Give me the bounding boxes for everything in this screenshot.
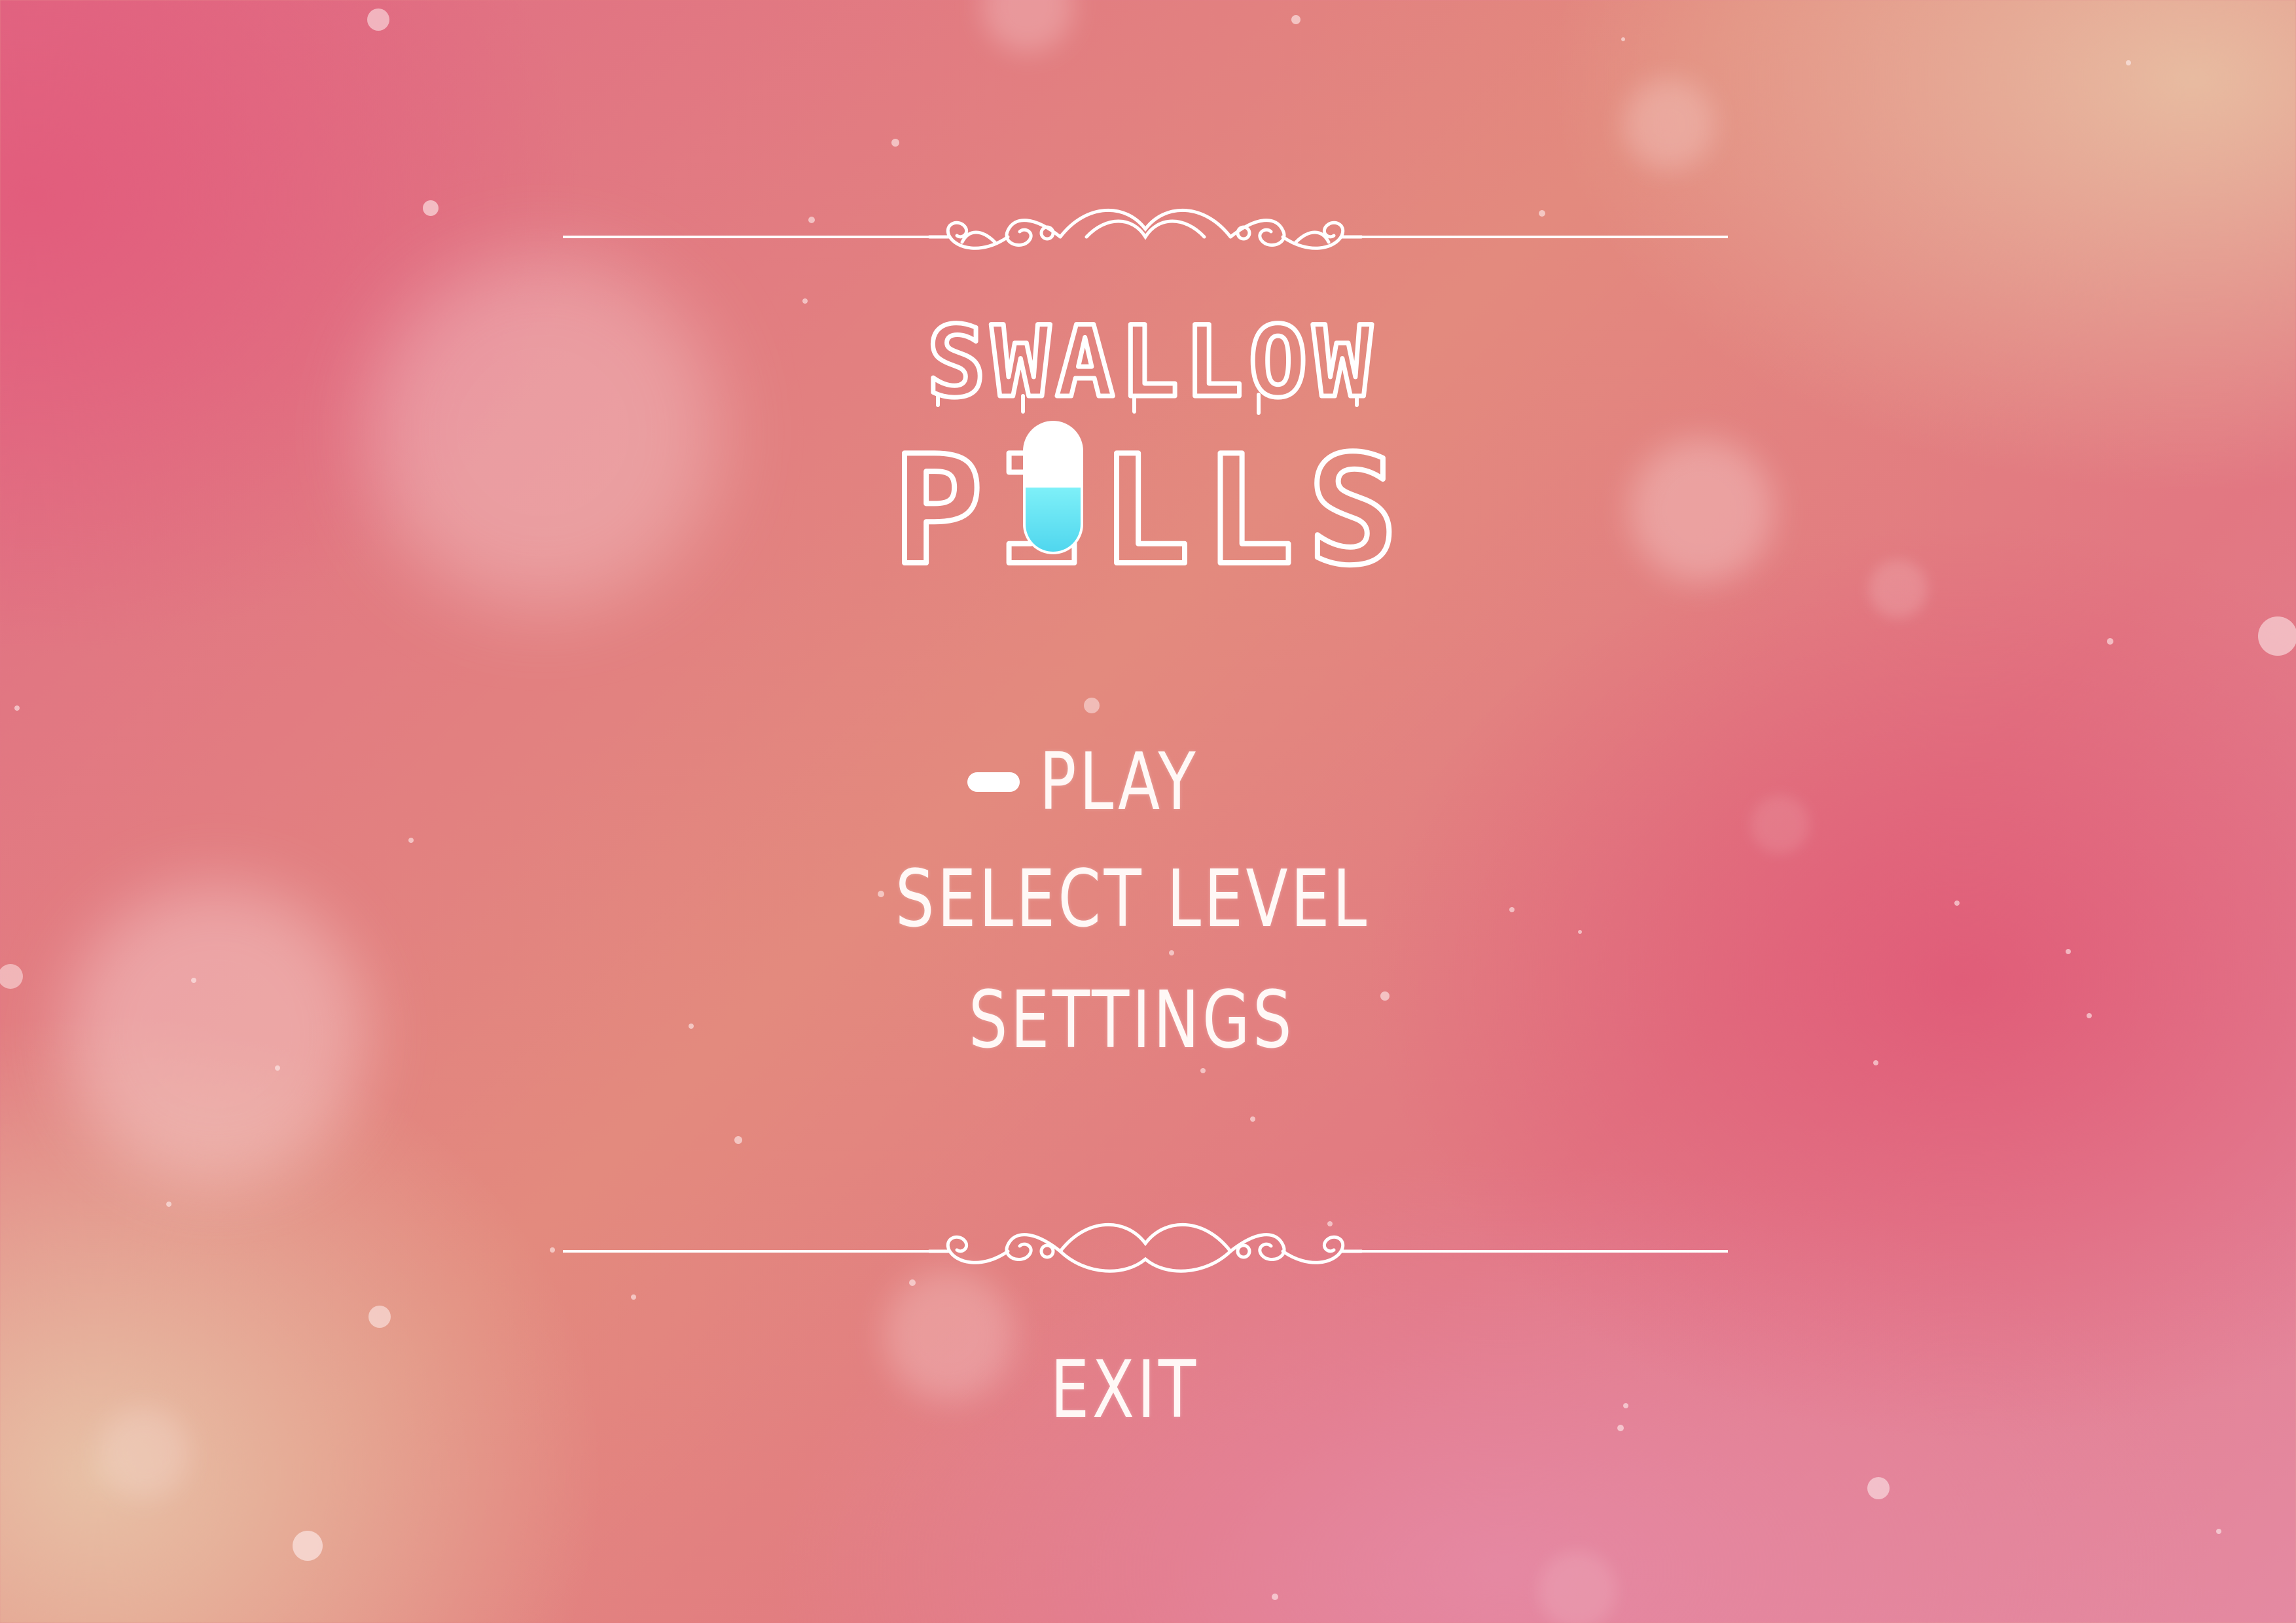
play-label[interactable]: PLAY <box>1039 737 1198 828</box>
bokeh-blob <box>1623 79 1715 170</box>
bokeh-dot <box>367 9 389 31</box>
bokeh-dot <box>2066 949 2071 954</box>
bokeh-dot <box>0 964 23 989</box>
bokeh-dot <box>1509 907 1515 912</box>
bokeh-dot <box>891 139 899 147</box>
bokeh-blob <box>367 255 720 609</box>
bokeh-dot <box>2107 638 2113 645</box>
bokeh-dot <box>802 298 808 304</box>
bokeh-dot <box>909 1279 916 1286</box>
bokeh-dot <box>878 891 884 897</box>
bokeh-dot <box>1578 930 1582 934</box>
pill-selector-icon <box>967 772 1020 792</box>
bokeh-dot <box>1200 1068 1206 1073</box>
bokeh-dot <box>166 1202 171 1207</box>
bokeh-blob <box>884 1270 1014 1400</box>
bokeh-blob <box>1869 560 1928 618</box>
menu-item-play[interactable]: PLAY <box>967 736 1244 828</box>
bottom-ornament-divider <box>563 1223 1728 1273</box>
bokeh-blob <box>98 1407 190 1499</box>
pill-icon <box>1023 421 1083 554</box>
bokeh-dot <box>2258 616 2296 656</box>
bokeh-dot <box>1169 950 1174 955</box>
game-title-logo: SWALLOW PILLS <box>890 304 1411 590</box>
bokeh-dot <box>408 838 414 843</box>
bokeh-dot <box>689 1024 694 1029</box>
bokeh-dot <box>2126 60 2131 65</box>
bokeh-dot <box>1867 1477 1890 1499</box>
bokeh-blob <box>1630 438 1774 582</box>
top-ornament-divider <box>563 209 1728 250</box>
bokeh-dot <box>368 1306 391 1328</box>
bokeh-dot <box>14 705 20 711</box>
bokeh-blob <box>65 883 367 1185</box>
bokeh-dot <box>191 978 196 983</box>
bokeh-dot <box>1954 901 1960 906</box>
bokeh-dot <box>275 1065 280 1071</box>
bokeh-dot <box>2087 1013 2092 1018</box>
bokeh-dot <box>1621 37 1625 41</box>
bokeh-blob <box>1751 795 1810 854</box>
bokeh-dot <box>1380 991 1390 1001</box>
bokeh-dot <box>1623 1403 1628 1408</box>
bokeh-blob <box>1538 1551 1617 1623</box>
title-line-2: PILLS <box>893 424 1411 589</box>
title-line-1: SWALLOW <box>927 306 1377 419</box>
bokeh-dot <box>1617 1425 1624 1431</box>
menu-item-select-level[interactable]: SELECT LEVEL <box>895 854 1370 945</box>
exit-button[interactable]: EXIT <box>1050 1345 1199 1436</box>
bokeh-dot <box>2216 1529 2221 1534</box>
main-menu-screen: SWALLOW PILLS PLAY SELECT LEVEL SETTINGS <box>0 0 2296 1623</box>
bokeh-dot <box>1084 698 1100 713</box>
bokeh-dot <box>423 200 439 216</box>
bokeh-dot <box>1272 1594 1278 1600</box>
bokeh-dot <box>1291 15 1300 24</box>
bokeh-dot <box>1250 1116 1255 1122</box>
bokeh-dot <box>1873 1060 1878 1065</box>
bokeh-blob <box>982 0 1073 52</box>
menu-item-settings[interactable]: SETTINGS <box>969 975 1295 1066</box>
bokeh-dot <box>293 1531 323 1561</box>
bokeh-dot <box>631 1294 636 1300</box>
bokeh-dot <box>550 1247 555 1253</box>
bokeh-dot <box>734 1136 742 1144</box>
